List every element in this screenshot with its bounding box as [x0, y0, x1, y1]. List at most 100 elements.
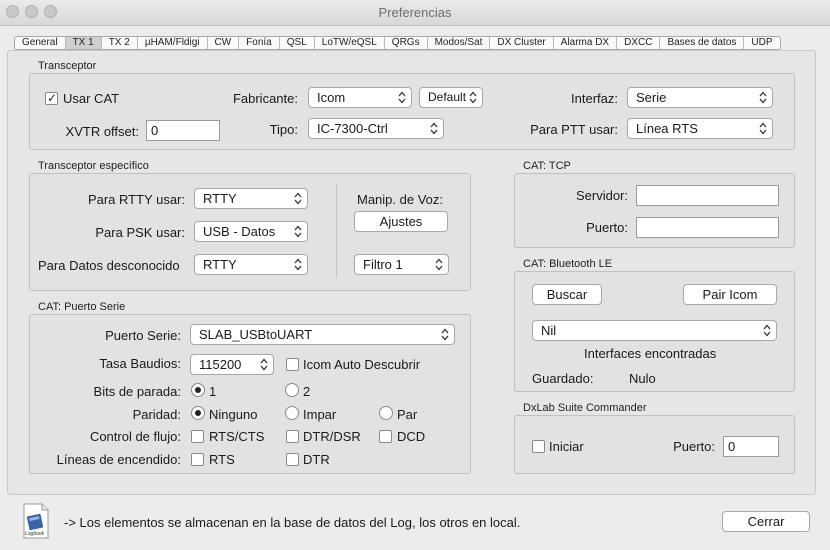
tab-modos-sat[interactable]: Modos/Sat	[428, 37, 491, 49]
puerto-serie-value: SLAB_USBtoUART	[199, 327, 313, 342]
updown-chevron-icon	[429, 120, 439, 137]
title-bar: Preferencias	[0, 0, 830, 26]
especifico-group-label: Transceptor específico	[38, 160, 149, 172]
baudios-label: Tasa Baudios:	[99, 356, 181, 371]
tab-udp[interactable]: UDP	[744, 37, 779, 49]
tcp-puerto-input[interactable]	[636, 217, 779, 238]
interfaz-label: Interfaz:	[571, 91, 618, 106]
interfaz-value: Serie	[636, 90, 667, 105]
cerrar-button[interactable]: Cerrar	[722, 511, 810, 532]
fabricante-value: Icom	[317, 90, 346, 105]
tab-fon-a[interactable]: Fonía	[239, 37, 280, 49]
updown-chevron-icon	[468, 89, 478, 106]
paridad-ninguno-radio[interactable]	[191, 406, 205, 420]
tcp-puerto-label: Puerto:	[586, 220, 628, 235]
ptt-value: Línea RTS	[636, 121, 698, 136]
control-flujo-label: Control de flujo:	[89, 429, 181, 444]
rtty-label: Para RTTY usar:	[87, 192, 185, 207]
icom-auto-label: Icom Auto Descubrir	[303, 357, 421, 372]
psk-value: USB - Datos	[203, 224, 276, 239]
psk-select[interactable]: USB - Datos	[194, 221, 308, 242]
default-select[interactable]: Default	[419, 87, 483, 108]
datos-value: RTTY	[203, 257, 237, 272]
bits-2-label: 2	[303, 384, 311, 399]
tab-general[interactable]: General	[15, 37, 66, 49]
ajustes-button[interactable]: Ajustes	[354, 211, 448, 232]
default-value: Default	[428, 90, 467, 104]
manip-voz-label: Manip. de Voz:	[357, 192, 443, 207]
iniciar-checkbox[interactable]	[532, 440, 545, 453]
tab-tx-2[interactable]: TX 2	[102, 37, 138, 49]
dtrdsr-label: DTR/DSR	[303, 429, 361, 444]
ptt-label: Para PTT usar:	[530, 122, 618, 137]
tab-lotw-eqsl[interactable]: LoTW/eQSL	[315, 37, 385, 49]
tab-qrgs[interactable]: QRGs	[385, 37, 428, 49]
rtty-select[interactable]: RTTY	[194, 188, 308, 209]
dtr-checkbox[interactable]	[286, 453, 299, 466]
tipo-select[interactable]: IC-7300-Ctrl	[308, 118, 444, 139]
xvtr-offset-label: XVTR offset:	[65, 124, 139, 139]
bits-parada-label: Bits de parada:	[93, 384, 181, 399]
tab-dx-cluster[interactable]: DX Cluster	[490, 37, 554, 49]
bits-1-radio[interactable]	[191, 383, 205, 397]
tab-tx-1[interactable]: TX 1	[65, 37, 102, 49]
paridad-par-radio[interactable]	[379, 406, 393, 420]
filtro-value: Filtro 1	[363, 257, 403, 272]
tab-bar: General TX 1 TX 2 µHAM/Fldigi CW Fonía QSL LoTW…	[14, 36, 781, 50]
paridad-ninguno-label: Ninguno	[209, 407, 258, 422]
dtr-label: DTR	[303, 452, 330, 467]
usar-cat-checkbox[interactable]	[45, 91, 58, 105]
ptt-select[interactable]: Línea RTS	[627, 118, 773, 139]
icom-auto-checkbox[interactable]	[286, 358, 299, 371]
paridad-impar-radio[interactable]	[285, 406, 299, 420]
rtty-value: RTTY	[203, 191, 237, 206]
paridad-label: Paridad:	[132, 407, 181, 422]
rts-checkbox[interactable]	[191, 453, 204, 466]
rtscts-checkbox[interactable]	[191, 430, 204, 443]
tipo-label: Tipo:	[269, 122, 298, 137]
guardado-label: Guardado:	[532, 371, 594, 386]
updown-chevron-icon	[293, 223, 303, 240]
puerto-serie-label: Puerto Serie:	[105, 328, 181, 343]
tab-bases-de-datos[interactable]: Bases de datos	[660, 37, 745, 49]
fabricante-select[interactable]: Icom	[308, 87, 412, 108]
dxlab-puerto-label: Puerto:	[673, 439, 715, 454]
paridad-par-label: Par	[397, 407, 418, 422]
puerto-serie-select[interactable]: SLAB_USBtoUART	[190, 324, 455, 345]
logbook-logo-text: Logbook	[25, 531, 45, 537]
rts-label: RTS	[209, 452, 235, 467]
tab-µham-fldigi[interactable]: µHAM/Fldigi	[138, 37, 208, 49]
psk-label: Para PSK usar:	[95, 225, 185, 240]
bluetooth-device-select[interactable]: Nil	[532, 320, 777, 341]
bluetooth-device-value: Nil	[541, 323, 557, 338]
dxlab-puerto-input[interactable]: 0	[723, 436, 779, 457]
buscar-button[interactable]: Buscar	[532, 284, 602, 305]
updown-chevron-icon	[758, 120, 768, 137]
servidor-label: Servidor:	[575, 188, 628, 203]
filtro-select[interactable]: Filtro 1	[354, 254, 449, 275]
bits-2-radio[interactable]	[285, 383, 299, 397]
tab-cw[interactable]: CW	[208, 37, 240, 49]
updown-chevron-icon	[397, 89, 407, 106]
datos-select[interactable]: RTTY	[194, 254, 308, 275]
guardado-value: Nulo	[629, 371, 656, 386]
updown-chevron-icon	[434, 256, 444, 273]
xvtr-offset-input[interactable]: 0	[146, 120, 220, 141]
lineas-encendido-label: Líneas de encendido:	[56, 452, 181, 467]
interfaz-select[interactable]: Serie	[627, 87, 773, 108]
pair-icom-button[interactable]: Pair Icom	[683, 284, 777, 305]
updown-chevron-icon	[762, 322, 772, 339]
logbook-app-icon: Logbook	[22, 503, 50, 539]
tcp-group-label: CAT: TCP	[523, 160, 571, 172]
updown-chevron-icon	[293, 190, 303, 207]
rtscts-label: RTS/CTS	[209, 429, 265, 444]
tab-alarma-dx[interactable]: Alarma DX	[554, 37, 618, 49]
dtrdsr-checkbox[interactable]	[286, 430, 299, 443]
dcd-checkbox[interactable]	[379, 430, 392, 443]
baudios-value: 115200	[199, 357, 242, 372]
baudios-select[interactable]: 115200	[190, 354, 274, 375]
tab-dxcc[interactable]: DXCC	[617, 37, 661, 49]
tab-qsl[interactable]: QSL	[280, 37, 315, 49]
servidor-input[interactable]	[636, 185, 779, 206]
bits-1-label: 1	[209, 384, 217, 399]
